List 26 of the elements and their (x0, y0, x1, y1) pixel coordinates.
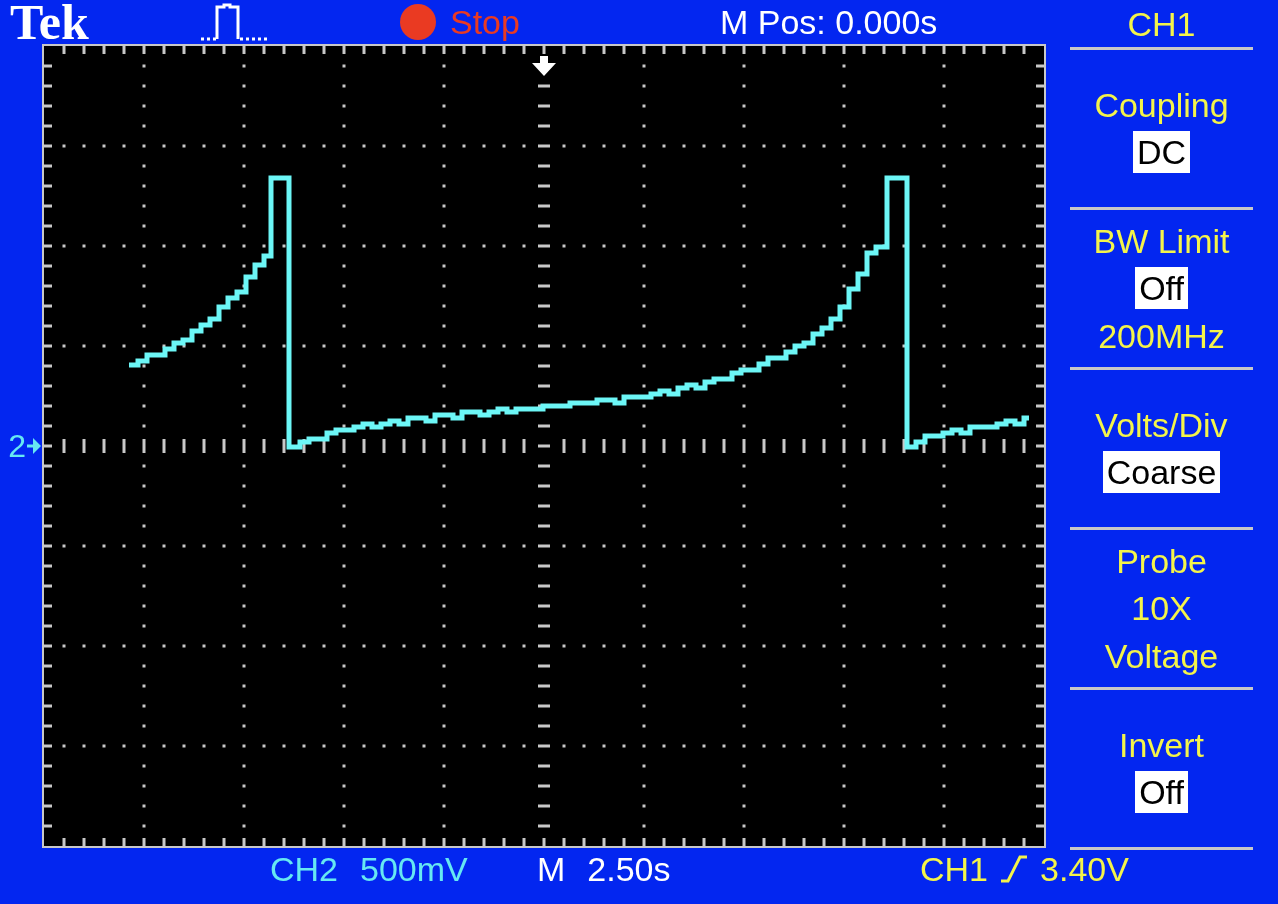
channel-marker: 2 (8, 428, 26, 464)
readout-label: CH1 (920, 850, 989, 888)
pulse-icon (200, 3, 270, 41)
menu-option[interactable]: Off (1135, 266, 1188, 309)
horizontal-position: M Pos: 0.000s (720, 3, 939, 41)
down-arrow-icon (532, 56, 556, 76)
right-arrow-icon (27, 437, 41, 455)
readout-value: 500mV (360, 850, 468, 888)
menu-option[interactable]: DC (1132, 130, 1191, 173)
readout-label: CH2 (270, 850, 339, 888)
brand-logo: Tek (10, 0, 89, 44)
menu-value: 10X (1130, 587, 1193, 629)
menu-value: 200MHz (1097, 315, 1226, 357)
menu-label: Probe (1116, 540, 1207, 581)
menu-value: Voltage (1103, 635, 1220, 677)
menu-title: CH1 (1127, 3, 1196, 44)
menu-label: Coupling (1094, 84, 1229, 125)
menu-label: Invert (1118, 724, 1204, 765)
readout-value: 2.50s (587, 850, 671, 888)
menu-option[interactable]: Coarse (1102, 450, 1221, 493)
menu-option[interactable]: Off (1135, 770, 1188, 813)
menu-label: BW Limit (1093, 220, 1230, 261)
menu-label: Volts/Div (1095, 404, 1228, 445)
readout-label: M (537, 850, 566, 888)
readout-value: 3.40V (1040, 850, 1129, 888)
acquisition-status: Stop (450, 3, 520, 41)
